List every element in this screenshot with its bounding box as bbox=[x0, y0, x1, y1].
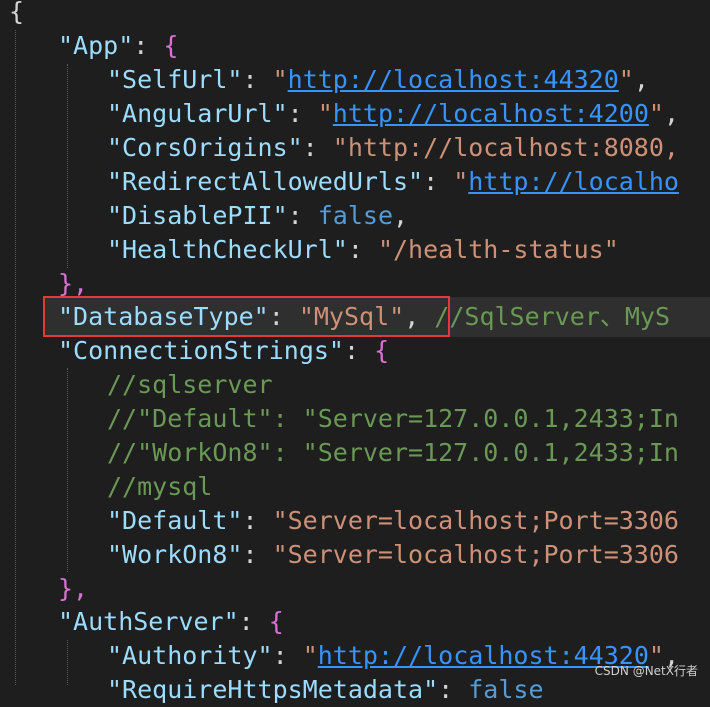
json-boolean: false bbox=[468, 675, 544, 704]
punct: : bbox=[343, 336, 375, 365]
indent-guide bbox=[67, 640, 68, 685]
json-string: " bbox=[453, 167, 469, 196]
punct: }, bbox=[58, 269, 89, 298]
json-key: "Authority" bbox=[107, 641, 273, 670]
code-comment: //"Default": "Server=127.0.0.1,2433;In bbox=[107, 404, 679, 433]
indent-guide bbox=[67, 368, 68, 572]
json-string: "/health-status" bbox=[377, 235, 619, 264]
code-line-13: //"Default": "Server=127.0.0.1,2433;In bbox=[107, 402, 679, 436]
code-line-15: //mysql bbox=[107, 470, 212, 504]
json-string: " bbox=[317, 99, 333, 128]
code-comment: //sqlserver bbox=[107, 370, 273, 399]
code-line-4: "AngularUrl": "http://localhost:4200", bbox=[107, 97, 679, 131]
json-string: "Server=localhost;Port=3306 bbox=[272, 540, 679, 569]
url-link[interactable]: http://localhost:4200 bbox=[333, 99, 649, 128]
highlight-box bbox=[43, 296, 450, 337]
punct: { bbox=[9, 0, 25, 26]
json-key: "Default" bbox=[107, 506, 243, 535]
indent-guide bbox=[15, 30, 16, 685]
code-line-5: "CorsOrigins": "http://localhost:8080, bbox=[107, 131, 679, 165]
json-string: " bbox=[648, 99, 664, 128]
code-line-3: "SelfUrl": "http://localhost:44320", bbox=[107, 63, 649, 97]
json-key: "AuthServer" bbox=[58, 607, 239, 636]
json-key: "ConnectionStrings" bbox=[58, 336, 344, 365]
json-string: " bbox=[272, 65, 288, 94]
json-string: " bbox=[302, 641, 318, 670]
punct: : bbox=[242, 65, 273, 94]
code-line-19: "AuthServer": { bbox=[58, 605, 284, 639]
json-key: "DisablePII" bbox=[107, 201, 288, 230]
punct: : bbox=[287, 201, 318, 230]
punct: { bbox=[374, 336, 390, 365]
punct: : bbox=[423, 167, 454, 196]
url-link[interactable]: http://localho bbox=[468, 167, 679, 196]
code-line-20: "Authority": "http://localhost:44320", bbox=[107, 639, 679, 673]
punct: : bbox=[438, 675, 469, 704]
punct: , bbox=[663, 99, 679, 128]
code-line-12: //sqlserver bbox=[107, 368, 273, 402]
code-line-2: "App": { bbox=[58, 29, 178, 63]
code-line-7: "DisablePII": false, bbox=[107, 199, 408, 233]
indent-guide bbox=[67, 64, 68, 268]
code-line-14: //"WorkOn8": "Server=127.0.0.1,2433;In bbox=[107, 436, 679, 470]
json-key: "CorsOrigins" bbox=[107, 133, 303, 162]
punct: : bbox=[302, 133, 333, 162]
url-link[interactable]: http://localhost:44320 bbox=[288, 65, 619, 94]
punct: : bbox=[287, 99, 318, 128]
code-line-16: "Default": "Server=localhost;Port=3306 bbox=[107, 504, 679, 538]
json-boolean: false bbox=[317, 201, 393, 230]
punct: : bbox=[133, 31, 164, 60]
punct: , bbox=[393, 201, 409, 230]
json-string: "Server=localhost;Port=3306 bbox=[272, 506, 679, 535]
code-line-17: "WorkOn8": "Server=localhost;Port=3306 bbox=[107, 538, 679, 572]
code-comment: //SqlServer、MyS bbox=[419, 302, 671, 331]
watermark: CSDN @NetX行者 bbox=[594, 664, 698, 678]
code-line-18: }, bbox=[58, 572, 88, 606]
json-key: "WorkOn8" bbox=[107, 540, 243, 569]
code-line-6: "RedirectAllowedUrls": "http://localho bbox=[107, 165, 679, 199]
json-key: "RedirectAllowedUrls" bbox=[107, 167, 424, 196]
punct: , bbox=[633, 65, 649, 94]
json-key: "RequireHttpsMetadata" bbox=[107, 675, 439, 704]
punct: : bbox=[242, 540, 273, 569]
json-key: "AngularUrl" bbox=[107, 99, 288, 128]
code-comment: //"WorkOn8": "Server=127.0.0.1,2433;In bbox=[107, 438, 679, 467]
code-line-21: "RequireHttpsMetadata": false bbox=[107, 673, 544, 707]
punct: : bbox=[347, 235, 378, 264]
punct: { bbox=[268, 607, 284, 636]
code-line-11: "ConnectionStrings": { bbox=[58, 334, 389, 368]
json-string: " bbox=[618, 65, 634, 94]
punct: : bbox=[272, 641, 303, 670]
punct: : bbox=[238, 607, 269, 636]
punct: : bbox=[242, 506, 273, 535]
json-key: "App" bbox=[58, 31, 134, 60]
code-comment: //mysql bbox=[107, 472, 213, 501]
code-line-8: "HealthCheckUrl": "/health-status" bbox=[107, 233, 619, 267]
punct: { bbox=[163, 31, 179, 60]
punct: }, bbox=[58, 574, 89, 603]
json-key: "HealthCheckUrl" bbox=[107, 235, 348, 264]
code-line-1: { bbox=[9, 0, 24, 29]
json-string: "http://localhost:8080, bbox=[332, 133, 679, 162]
code-editor[interactable]: { "App": { "SelfUrl": "http://localhost:… bbox=[0, 0, 710, 704]
json-key: "SelfUrl" bbox=[107, 65, 243, 94]
